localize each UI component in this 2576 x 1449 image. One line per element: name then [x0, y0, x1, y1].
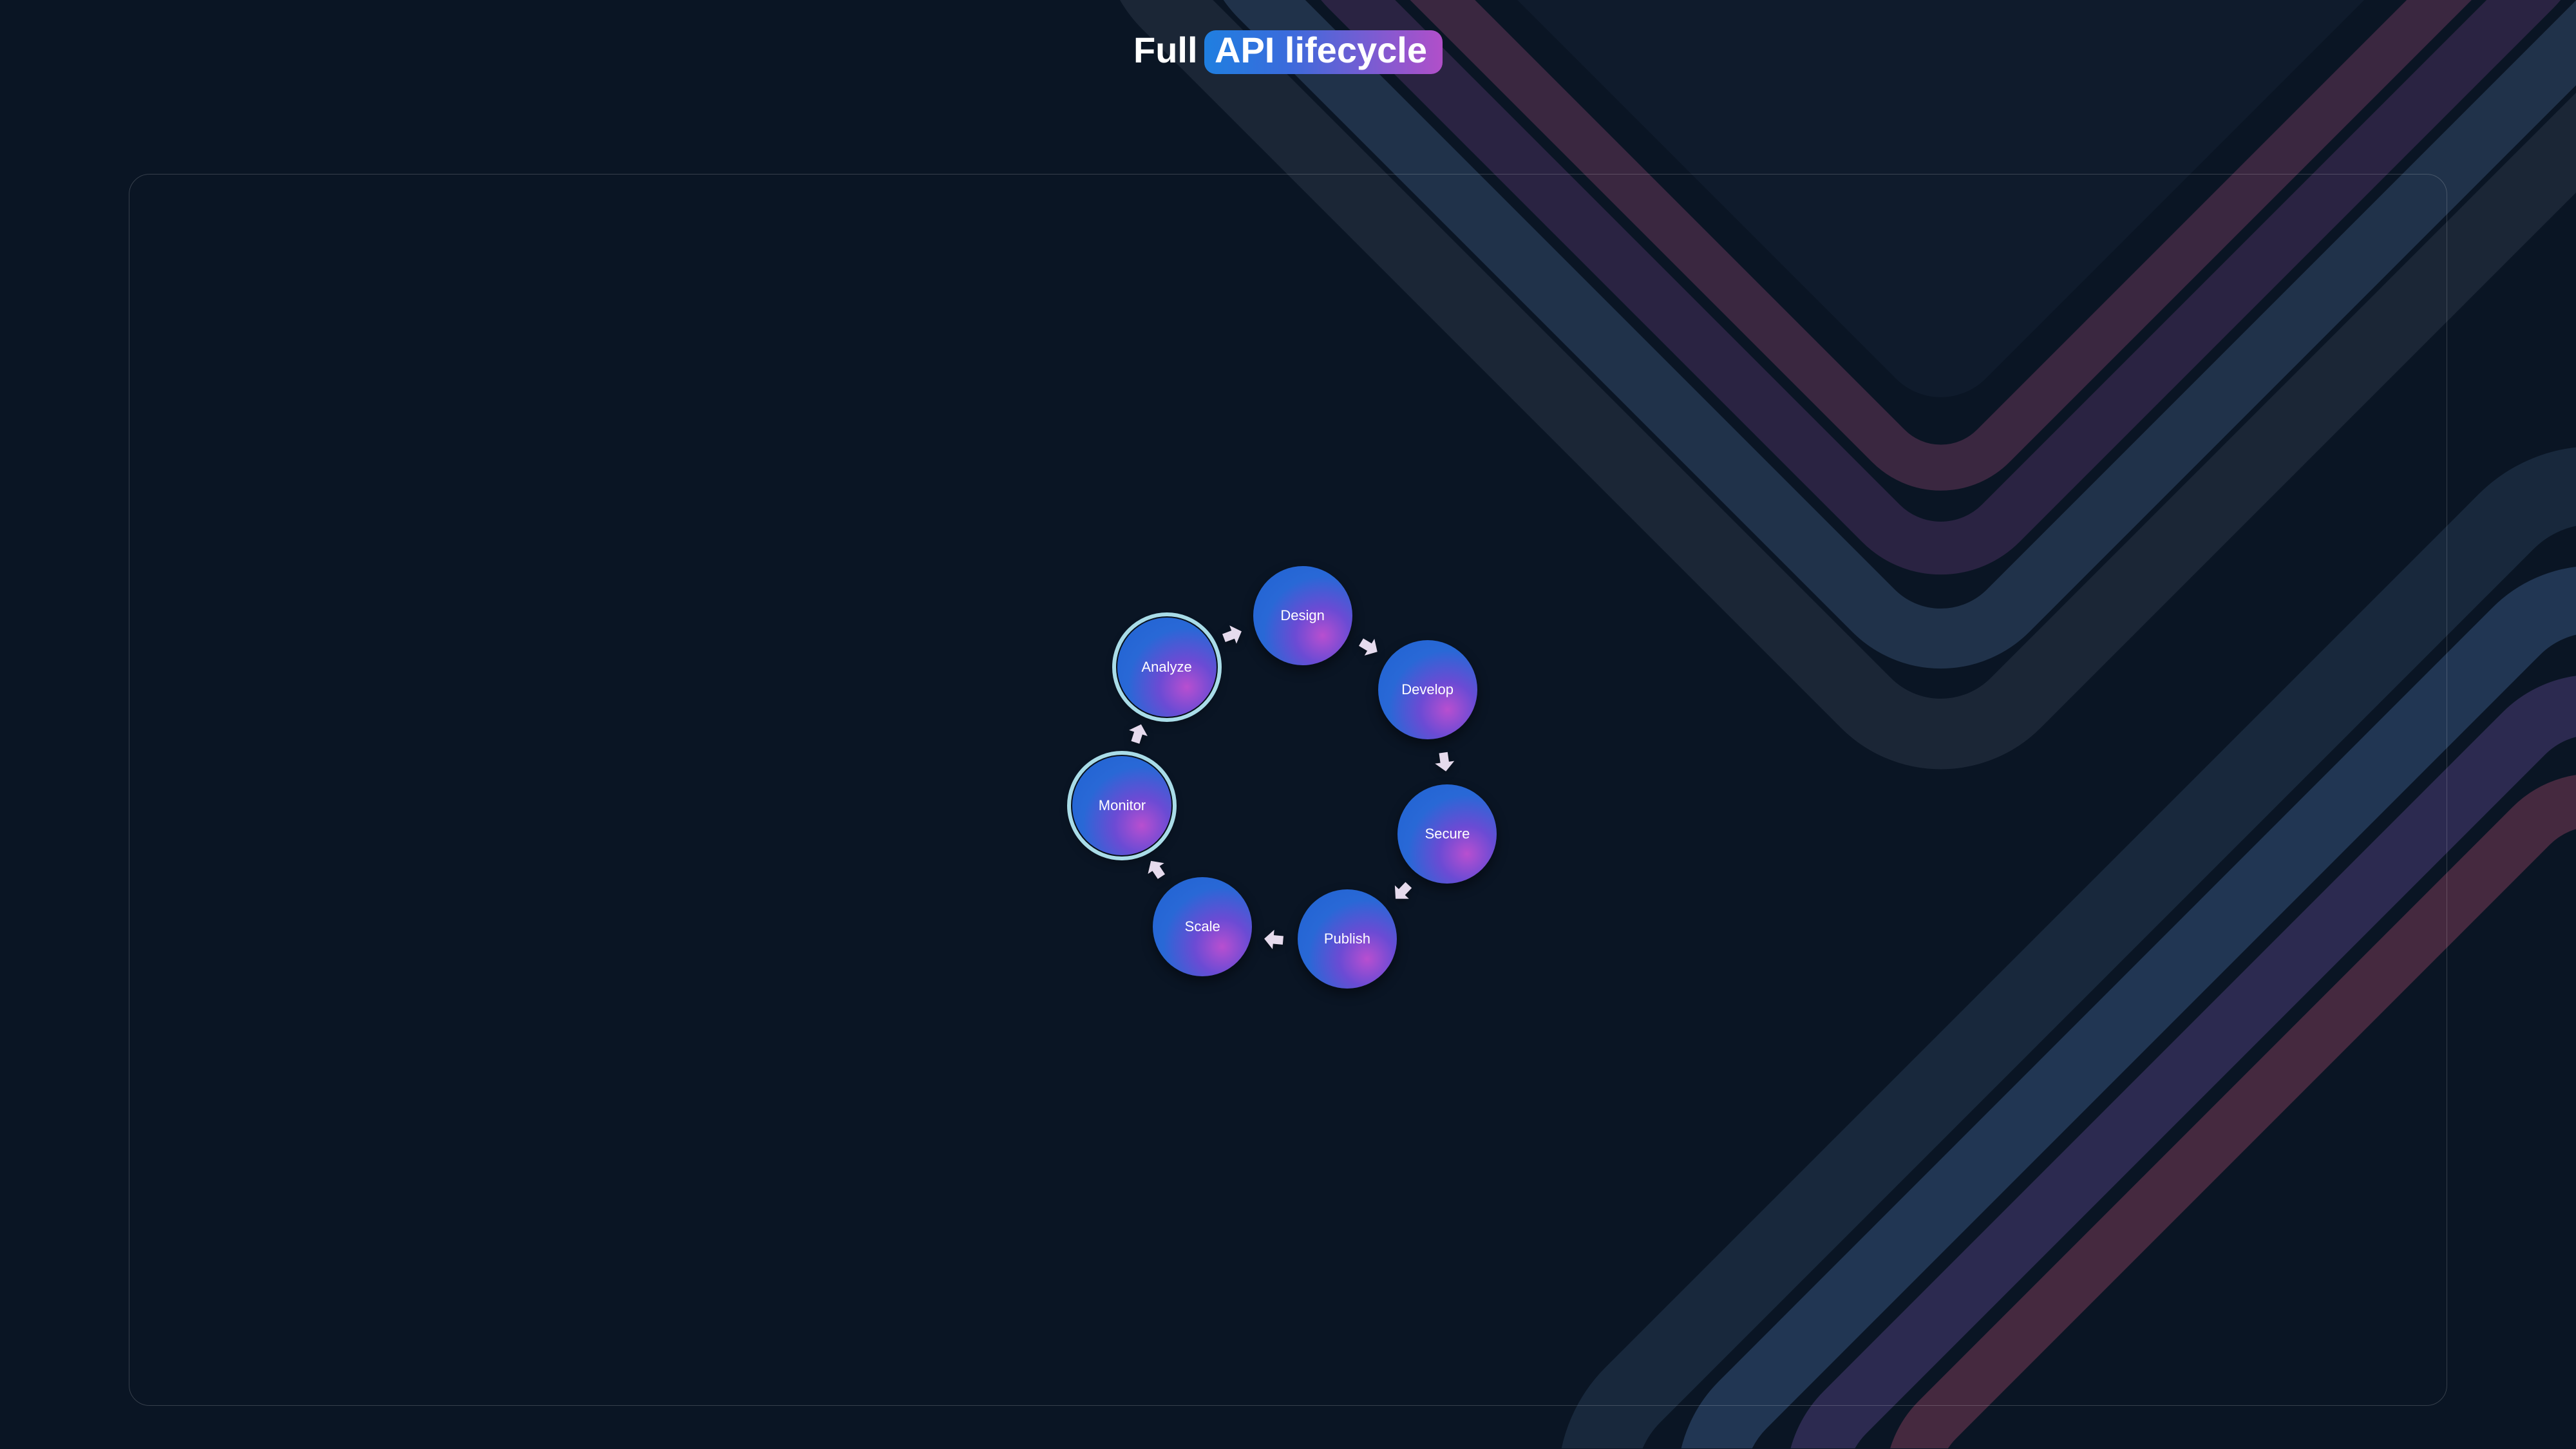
lifecycle-node-label: Analyze: [1142, 659, 1192, 676]
cycle-arrow-icon: [1124, 721, 1151, 748]
lifecycle-node-analyze: Analyze: [1117, 618, 1217, 717]
title-highlight: API lifecycle: [1204, 30, 1443, 74]
lifecycle-node-label: Publish: [1324, 931, 1370, 947]
content-panel: [129, 174, 2447, 1406]
lifecycle-cycle: Design Develop Secure Publish Scale Moni…: [1288, 782, 1289, 783]
lifecycle-node-develop: Develop: [1378, 640, 1477, 739]
lifecycle-node-label: Design: [1280, 607, 1324, 624]
lifecycle-node-label: Develop: [1401, 681, 1454, 698]
lifecycle-node-secure: Secure: [1397, 784, 1497, 884]
page-title: Full API lifecycle: [0, 29, 2576, 74]
cycle-arrow-icon: [1218, 621, 1245, 649]
cycle-arrow-icon: [1261, 926, 1288, 953]
lifecycle-node-label: Secure: [1425, 826, 1470, 842]
cycle-arrow-icon: [1355, 633, 1382, 660]
lifecycle-node-design: Design: [1253, 566, 1352, 665]
title-plain: Full: [1133, 30, 1198, 70]
lifecycle-node-scale: Scale: [1153, 877, 1252, 976]
cycle-arrow-icon: [1143, 856, 1170, 883]
lifecycle-node-label: Monitor: [1099, 797, 1146, 814]
cycle-arrow-icon: [1431, 748, 1458, 775]
lifecycle-node-label: Scale: [1185, 918, 1220, 935]
lifecycle-node-monitor: Monitor: [1072, 756, 1171, 855]
lifecycle-node-publish: Publish: [1298, 889, 1397, 989]
cycle-arrow-icon: [1389, 878, 1416, 905]
